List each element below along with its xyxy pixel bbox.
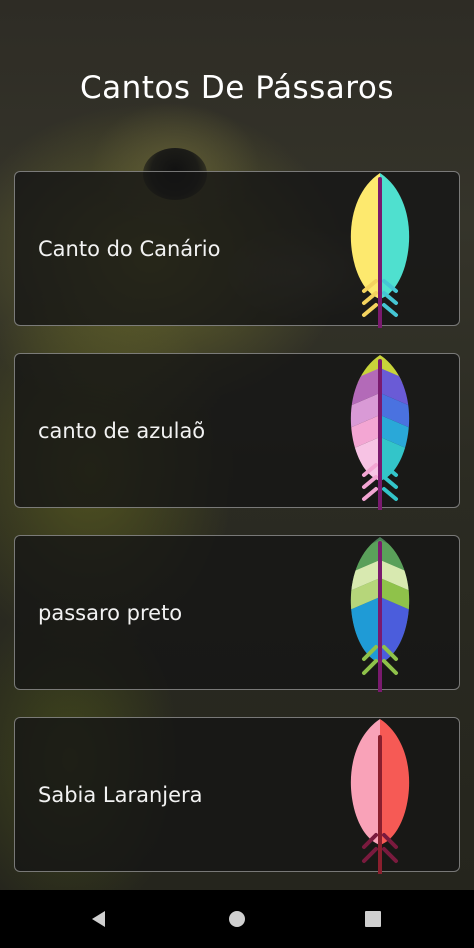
song-card-canario[interactable]: Canto do Canário	[14, 171, 460, 328]
feather-rainbow-icon	[350, 355, 410, 510]
song-card-passaro-preto[interactable]: passaro preto	[14, 535, 460, 692]
song-card-azulao[interactable]: canto de azulaõ	[14, 353, 460, 510]
recents-icon	[365, 911, 381, 927]
song-card-sabia[interactable]: Sabia Laranjera	[14, 717, 460, 874]
song-label: Sabia Laranjera	[38, 783, 203, 807]
song-label: canto de azulaõ	[38, 419, 206, 443]
system-navigation-bar	[0, 890, 474, 948]
back-icon	[92, 911, 105, 927]
song-label: passaro preto	[38, 601, 183, 625]
feather-pink-red-icon	[350, 719, 410, 874]
page-title: Cantos De Pássaros	[80, 70, 394, 106]
song-label: Canto do Canário	[38, 237, 221, 261]
feather-green-blue-icon	[350, 537, 410, 692]
recents-button[interactable]	[343, 890, 403, 948]
home-icon	[229, 911, 245, 927]
feather-yellow-cyan-icon	[350, 173, 410, 328]
back-button[interactable]	[69, 890, 129, 948]
home-button[interactable]	[207, 890, 267, 948]
